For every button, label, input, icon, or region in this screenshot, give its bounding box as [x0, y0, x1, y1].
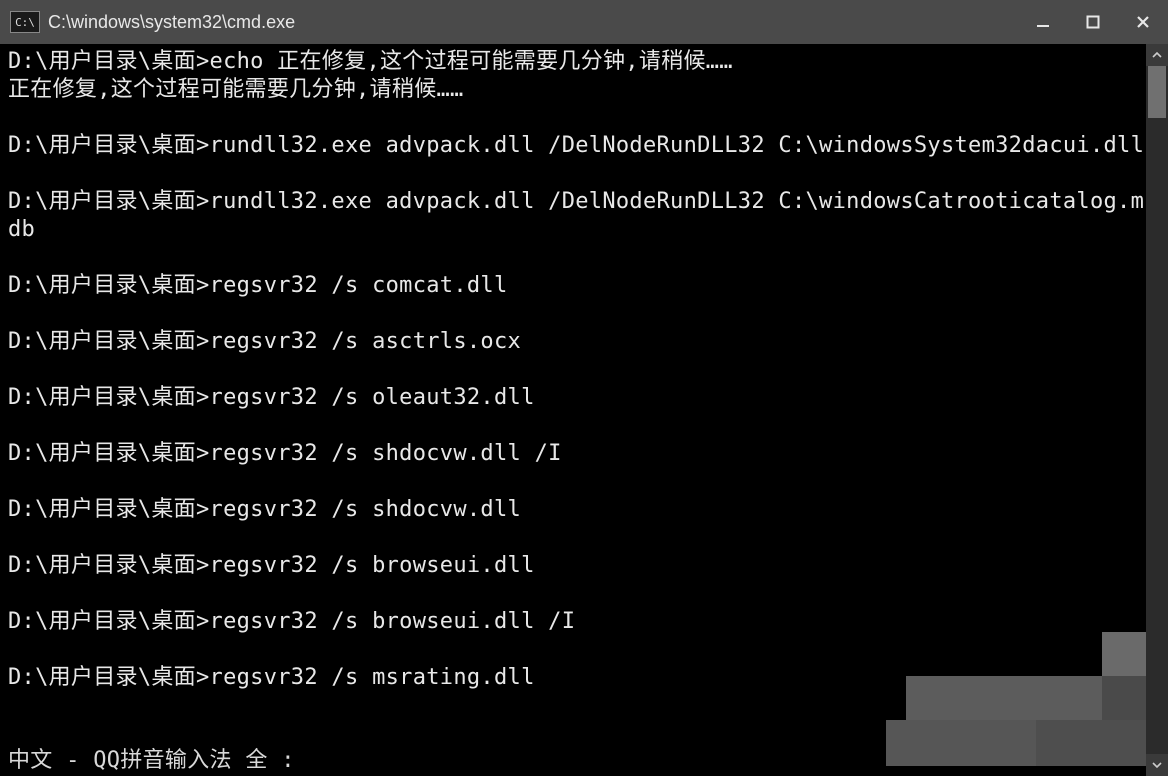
chevron-down-icon	[1152, 760, 1162, 770]
terminal-blank-line	[8, 300, 1146, 328]
scroll-track[interactable]	[1146, 66, 1168, 754]
terminal-blank-line	[8, 468, 1146, 496]
maximize-icon	[1086, 15, 1100, 29]
maximize-button[interactable]	[1068, 0, 1118, 44]
terminal-command-line: D:\用户目录\桌面>regsvr32 /s browseui.dll /I	[8, 608, 1146, 636]
cmd-icon-text: C:\	[15, 17, 35, 28]
terminal-output-line: 正在修复,这个过程可能需要几分钟,请稍候……	[8, 76, 1146, 104]
chevron-up-icon	[1152, 50, 1162, 60]
scroll-up-button[interactable]	[1146, 44, 1168, 66]
terminal-blank-line	[8, 412, 1146, 440]
ime-status: 中文 - QQ拼音输入法 全 :	[8, 748, 295, 774]
client-area: D:\用户目录\桌面>echo 正在修复,这个过程可能需要几分钟,请稍候……正在…	[0, 44, 1168, 776]
terminal-command-line: D:\用户目录\桌面>regsvr32 /s oleaut32.dll	[8, 384, 1146, 412]
window-title: C:\windows\system32\cmd.exe	[48, 12, 295, 33]
titlebar[interactable]: C:\ C:\windows\system32\cmd.exe	[0, 0, 1168, 44]
terminal-blank-line	[8, 160, 1146, 188]
terminal-command-line: D:\用户目录\桌面>rundll32.exe advpack.dll /Del…	[8, 188, 1146, 244]
close-icon	[1136, 15, 1150, 29]
minimize-button[interactable]	[1018, 0, 1068, 44]
scroll-thumb[interactable]	[1148, 66, 1166, 118]
terminal-output[interactable]: D:\用户目录\桌面>echo 正在修复,这个过程可能需要几分钟,请稍候……正在…	[0, 44, 1146, 776]
terminal-command-line: D:\用户目录\桌面>regsvr32 /s comcat.dll	[8, 272, 1146, 300]
terminal-command-line: D:\用户目录\桌面>regsvr32 /s msrating.dll	[8, 664, 1146, 692]
terminal-command-line: D:\用户目录\桌面>regsvr32 /s shdocvw.dll /I	[8, 440, 1146, 468]
terminal-command-line: D:\用户目录\桌面>regsvr32 /s browseui.dll	[8, 552, 1146, 580]
terminal-command-line: D:\用户目录\桌面>rundll32.exe advpack.dll /Del…	[8, 132, 1146, 160]
terminal-blank-line	[8, 104, 1146, 132]
cmd-window: C:\ C:\windows\system32\cmd.exe D:\用户目录\…	[0, 0, 1168, 776]
terminal-blank-line	[8, 580, 1146, 608]
terminal-blank-line	[8, 356, 1146, 384]
terminal-blank-line	[8, 636, 1146, 664]
terminal-command-line: D:\用户目录\桌面>regsvr32 /s shdocvw.dll	[8, 496, 1146, 524]
terminal-command-line: D:\用户目录\桌面>regsvr32 /s asctrls.ocx	[8, 328, 1146, 356]
vertical-scrollbar[interactable]	[1146, 44, 1168, 776]
minimize-icon	[1036, 15, 1050, 29]
terminal-blank-line	[8, 524, 1146, 552]
scroll-down-button[interactable]	[1146, 754, 1168, 776]
terminal-command-line: D:\用户目录\桌面>echo 正在修复,这个过程可能需要几分钟,请稍候……	[8, 48, 1146, 76]
cmd-icon: C:\	[10, 11, 40, 33]
close-button[interactable]	[1118, 0, 1168, 44]
terminal-blank-line	[8, 244, 1146, 272]
